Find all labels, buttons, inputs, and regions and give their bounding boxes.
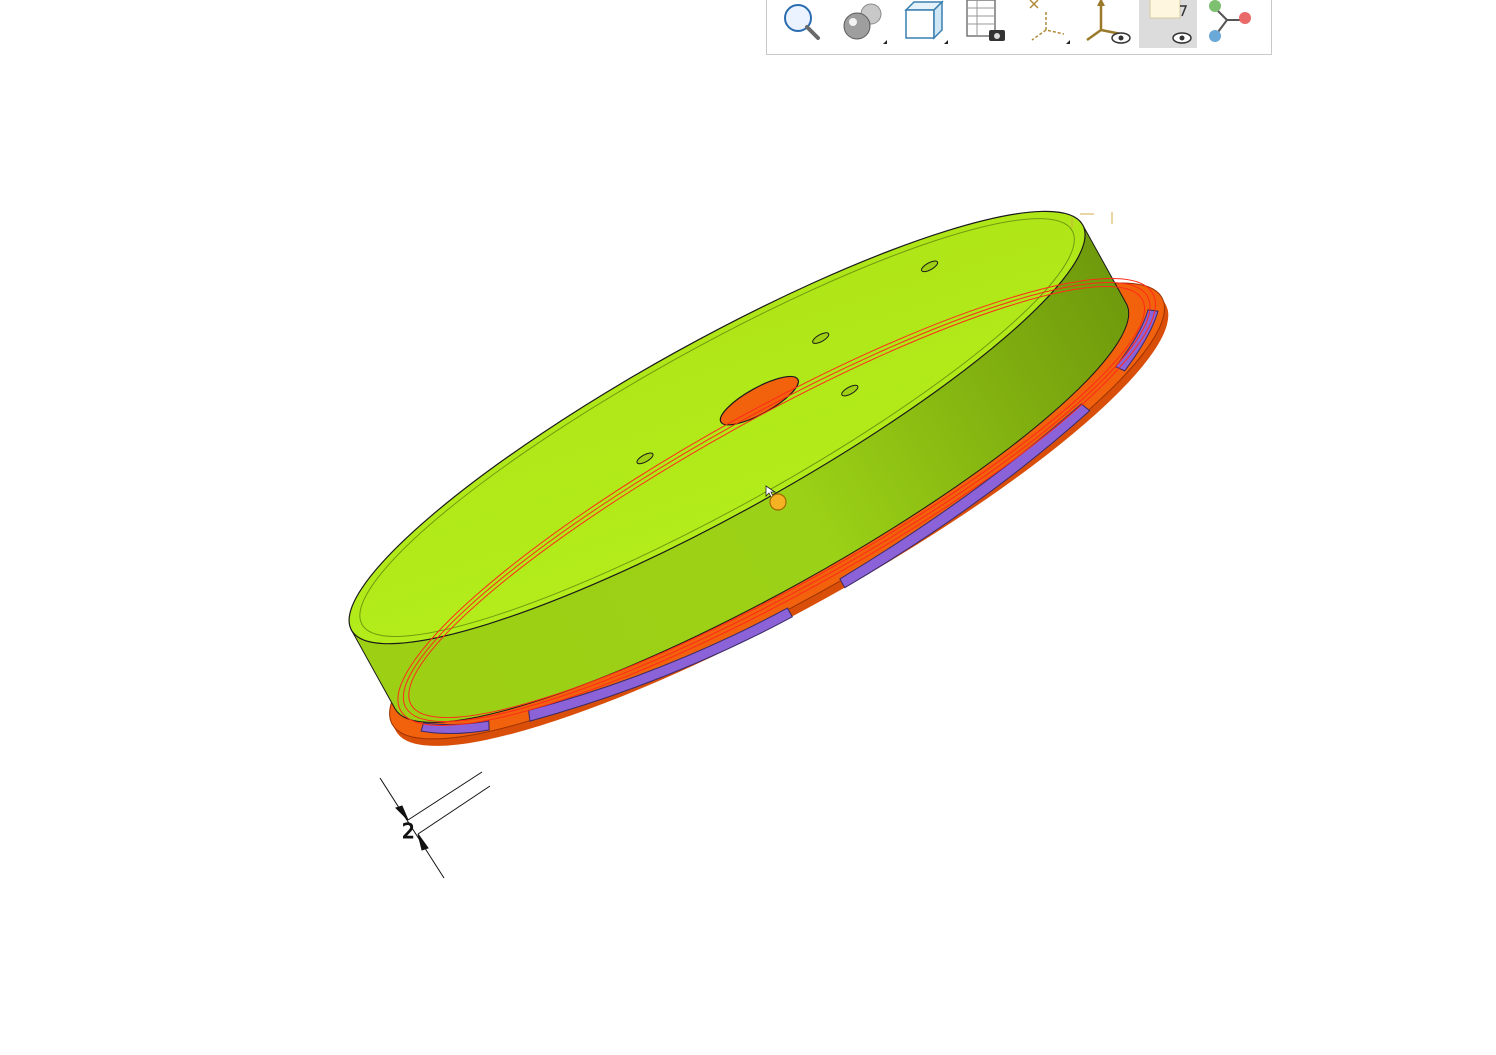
view-orientation-button[interactable] [895,0,953,48]
3d-model-view[interactable]: 2 [0,0,1496,1050]
connector-nodes-button[interactable] [1200,0,1258,48]
zoom-magnifier-icon [784,4,820,40]
axis-visibility-icon [1086,0,1131,44]
display-style-button[interactable] [834,0,892,48]
plane-visibility-button[interactable] [1139,0,1197,48]
coordinate-systems-button[interactable] [1017,0,1075,48]
cad-graphics-viewport[interactable]: 2 [0,0,1496,1050]
dimension-annotation[interactable]: 2 [379,771,491,879]
zoom-button[interactable] [773,0,831,48]
view-capture-button[interactable] [956,0,1014,48]
view-toolbar [766,0,1272,55]
sheet-camera-icon [966,0,1005,41]
axis-visibility-button[interactable] [1078,0,1136,48]
coordinate-systems-icon [1029,0,1070,44]
cube-view-icon [904,0,948,44]
connector-nodes-icon [1209,0,1251,42]
green-disc-body[interactable] [310,150,1168,784]
shading-spheres-icon [843,3,887,44]
origin-point-icon [769,493,787,511]
plane-visibility-icon [1149,0,1192,44]
dimension-value: 2 [402,819,415,843]
